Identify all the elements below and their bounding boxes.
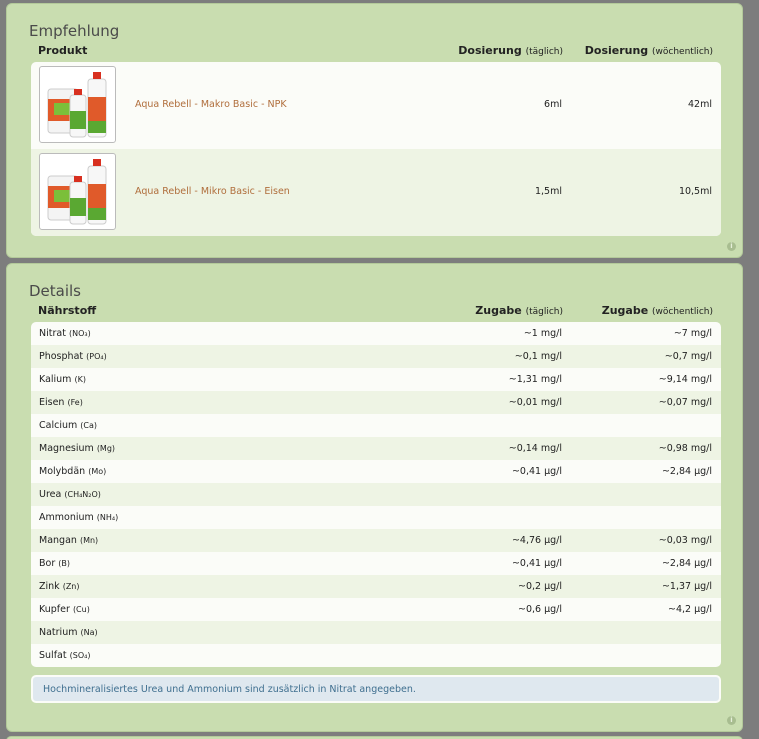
table-row: Calcium (Ca) — [31, 414, 721, 437]
nutrient-daily: ~0,41 µg/l — [511, 558, 562, 569]
table-row: Kalium (K) ~1,31 mg/l ~9,14 mg/l — [31, 368, 721, 391]
table-row: Mangan (Mn) ~4,76 µg/l ~0,03 mg/l — [31, 529, 721, 552]
nutrient-daily: ~0,6 µg/l — [517, 604, 562, 615]
info-note: Hochmineralisiertes Urea und Ammonium si… — [31, 675, 721, 703]
header-weekly: Zugabe (wöchentlich) — [601, 304, 713, 317]
fertilizer-bottles-image — [47, 72, 107, 138]
nutrient-weekly: ~7 mg/l — [673, 328, 712, 339]
nutrient-weekly: ~2,84 µg/l — [661, 466, 712, 477]
nutrient-name: Nitrat (NO₃) — [39, 328, 91, 339]
nutrient-daily: ~0,14 mg/l — [508, 443, 562, 454]
table-row: Phosphat (PO₄) ~0,1 mg/l ~0,7 mg/l — [31, 345, 721, 368]
nutrient-daily: ~0,01 mg/l — [508, 397, 562, 408]
nutrient-weekly: ~2,84 µg/l — [661, 558, 712, 569]
nutrient-name: Zink (Zn) — [39, 581, 80, 592]
nutrient-weekly: ~9,14 mg/l — [658, 374, 712, 385]
details-panel: Details Nährstoff Zugabe (täglich) Zugab… — [6, 263, 743, 732]
header-weekly: Dosierung (wöchentlich) — [584, 44, 713, 57]
table-row: Bor (B) ~0,41 µg/l ~2,84 µg/l — [31, 552, 721, 575]
nutrient-name: Bor (B) — [39, 558, 71, 569]
nutrient-name: Sulfat (SO₄) — [39, 650, 91, 661]
nutrient-name: Eisen (Fe) — [39, 397, 83, 408]
table-row: Magnesium (Mg) ~0,14 mg/l ~0,98 mg/l — [31, 437, 721, 460]
nutrient-name: Natrium (Na) — [39, 627, 98, 638]
nutrient-name: Kalium (K) — [39, 374, 86, 385]
product-table: Aqua Rebell - Makro Basic - NPK 6ml 42ml — [31, 62, 721, 236]
info-icon[interactable]: i — [727, 242, 736, 251]
nutrient-name: Ammonium (NH₄) — [39, 512, 119, 523]
nutrient-weekly: ~4,2 µg/l — [667, 604, 712, 615]
table-row: Natrium (Na) — [31, 621, 721, 644]
nutrient-table: Nitrat (NO₃) ~1 mg/l ~7 mg/l Phosphat (PO₄)… — [31, 322, 721, 667]
nutrient-daily: ~0,2 µg/l — [517, 581, 562, 592]
product-daily-dose: 6ml — [544, 99, 562, 110]
product-row: Aqua Rebell - Mikro Basic - Eisen 1,5ml … — [31, 149, 721, 236]
product-weekly-dose: 10,5ml — [678, 186, 712, 197]
product-weekly-dose: 42ml — [688, 99, 712, 110]
info-icon[interactable]: i — [727, 716, 736, 725]
nutrient-weekly: ~0,03 mg/l — [658, 535, 712, 546]
product-image[interactable] — [39, 153, 116, 230]
nutrient-weekly: ~1,37 µg/l — [661, 581, 712, 592]
header-daily: Zugabe (täglich) — [475, 304, 563, 317]
nutrient-weekly: ~0,07 mg/l — [658, 397, 712, 408]
table-row: Nitrat (NO₃) ~1 mg/l ~7 mg/l — [31, 322, 721, 345]
details-title: Details — [29, 282, 82, 300]
header-daily: Dosierung (täglich) — [458, 44, 563, 57]
table-row: Zink (Zn) ~0,2 µg/l ~1,37 µg/l — [31, 575, 721, 598]
empfehlung-header: Produkt Dosierung (täglich) Dosierung (w… — [38, 44, 721, 62]
product-row: Aqua Rebell - Makro Basic - NPK 6ml 42ml — [31, 62, 721, 149]
header-nutrient: Nährstoff — [38, 304, 97, 317]
table-row: Sulfat (SO₄) — [31, 644, 721, 667]
nutrient-name: Molybdän (Mo) — [39, 466, 107, 477]
nutrient-name: Magnesium (Mg) — [39, 443, 116, 454]
table-row: Kupfer (Cu) ~0,6 µg/l ~4,2 µg/l — [31, 598, 721, 621]
nutrient-daily: ~1 mg/l — [523, 328, 562, 339]
nutrient-daily: ~0,1 mg/l — [514, 351, 562, 362]
product-image[interactable] — [39, 66, 116, 143]
header-product: Produkt — [38, 44, 88, 57]
nutrient-name: Urea (CH₄N₂O) — [39, 489, 101, 500]
details-header: Nährstoff Zugabe (täglich) Zugabe (wöche… — [38, 304, 721, 322]
nutrient-name: Mangan (Mn) — [39, 535, 99, 546]
empfehlung-panel: Empfehlung Produkt Dosierung (täglich) D… — [6, 3, 743, 258]
nutrient-name: Kupfer (Cu) — [39, 604, 90, 615]
product-link[interactable]: Aqua Rebell - Mikro Basic - Eisen — [135, 186, 290, 197]
nutrient-name: Calcium (Ca) — [39, 420, 97, 431]
nutrient-weekly: ~0,98 mg/l — [658, 443, 712, 454]
table-row: Ammonium (NH₄) — [31, 506, 721, 529]
nutrient-name: Phosphat (PO₄) — [39, 351, 107, 362]
product-daily-dose: 1,5ml — [534, 186, 562, 197]
nutrient-weekly: ~0,7 mg/l — [664, 351, 712, 362]
nutrient-daily: ~4,76 µg/l — [511, 535, 562, 546]
product-link[interactable]: Aqua Rebell - Makro Basic - NPK — [135, 99, 287, 110]
table-row: Molybdän (Mo) ~0,41 µg/l ~2,84 µg/l — [31, 460, 721, 483]
nutrient-daily: ~1,31 mg/l — [508, 374, 562, 385]
table-row: Eisen (Fe) ~0,01 mg/l ~0,07 mg/l — [31, 391, 721, 414]
table-row: Urea (CH₄N₂O) — [31, 483, 721, 506]
nutrient-daily: ~0,41 µg/l — [511, 466, 562, 477]
empfehlung-title: Empfehlung — [29, 22, 120, 40]
fertilizer-bottles-image — [47, 159, 107, 225]
